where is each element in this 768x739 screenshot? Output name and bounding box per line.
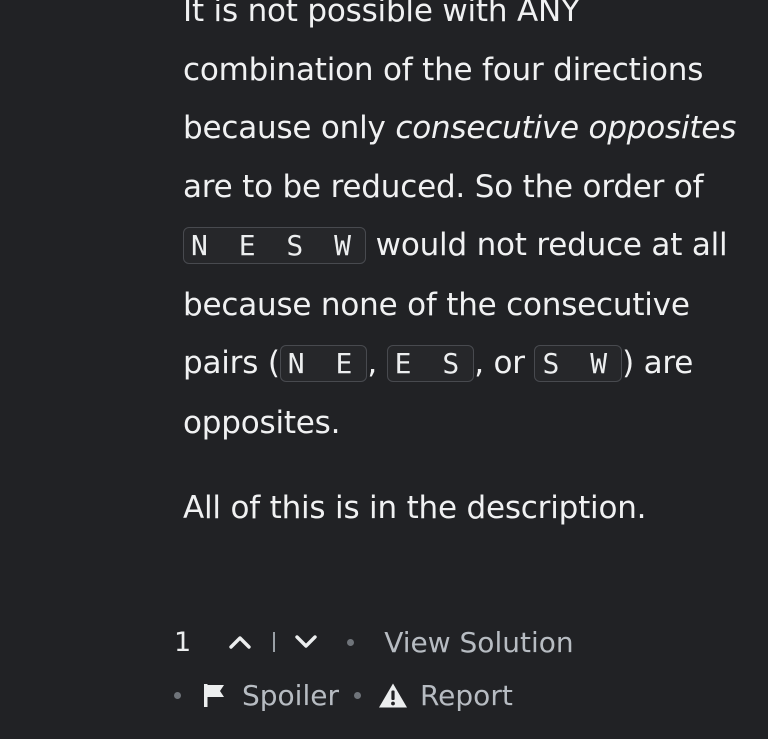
separator-dot: [353, 691, 361, 699]
chevron-up-icon[interactable]: [227, 629, 253, 655]
code-nesw: N E S W: [183, 227, 367, 264]
vote-divider: [273, 632, 276, 652]
flag-icon[interactable]: [202, 682, 226, 708]
code-sw: S W: [534, 345, 623, 382]
code-ne: N E: [279, 345, 368, 382]
view-solution-link[interactable]: View Solution: [384, 626, 573, 659]
comment-text: ,: [367, 345, 387, 381]
action-row-primary: 1 View Solution: [174, 622, 574, 662]
warning-icon[interactable]: [378, 682, 408, 709]
vote-count: 1: [174, 626, 192, 658]
comment-paragraph-1: It is not possible with ANY combination …: [183, 0, 743, 452]
comment-text: are to be reduced. So the order of: [183, 168, 704, 205]
separator-dot: [347, 638, 355, 646]
chevron-down-icon[interactable]: [293, 629, 319, 655]
comment-body: It is not possible with ANY combination …: [183, 0, 743, 538]
code-es: E S: [386, 345, 475, 382]
comment-paragraph-2: All of this is in the description.: [183, 490, 647, 526]
action-row-secondary: Spoiler Report: [174, 675, 513, 715]
separator-dot: [174, 691, 181, 699]
comment-emphasis: consecutive opposites: [395, 110, 737, 146]
report-button[interactable]: Report: [420, 679, 513, 712]
comment-text: , or: [474, 345, 535, 381]
spoiler-button[interactable]: Spoiler: [242, 679, 339, 712]
